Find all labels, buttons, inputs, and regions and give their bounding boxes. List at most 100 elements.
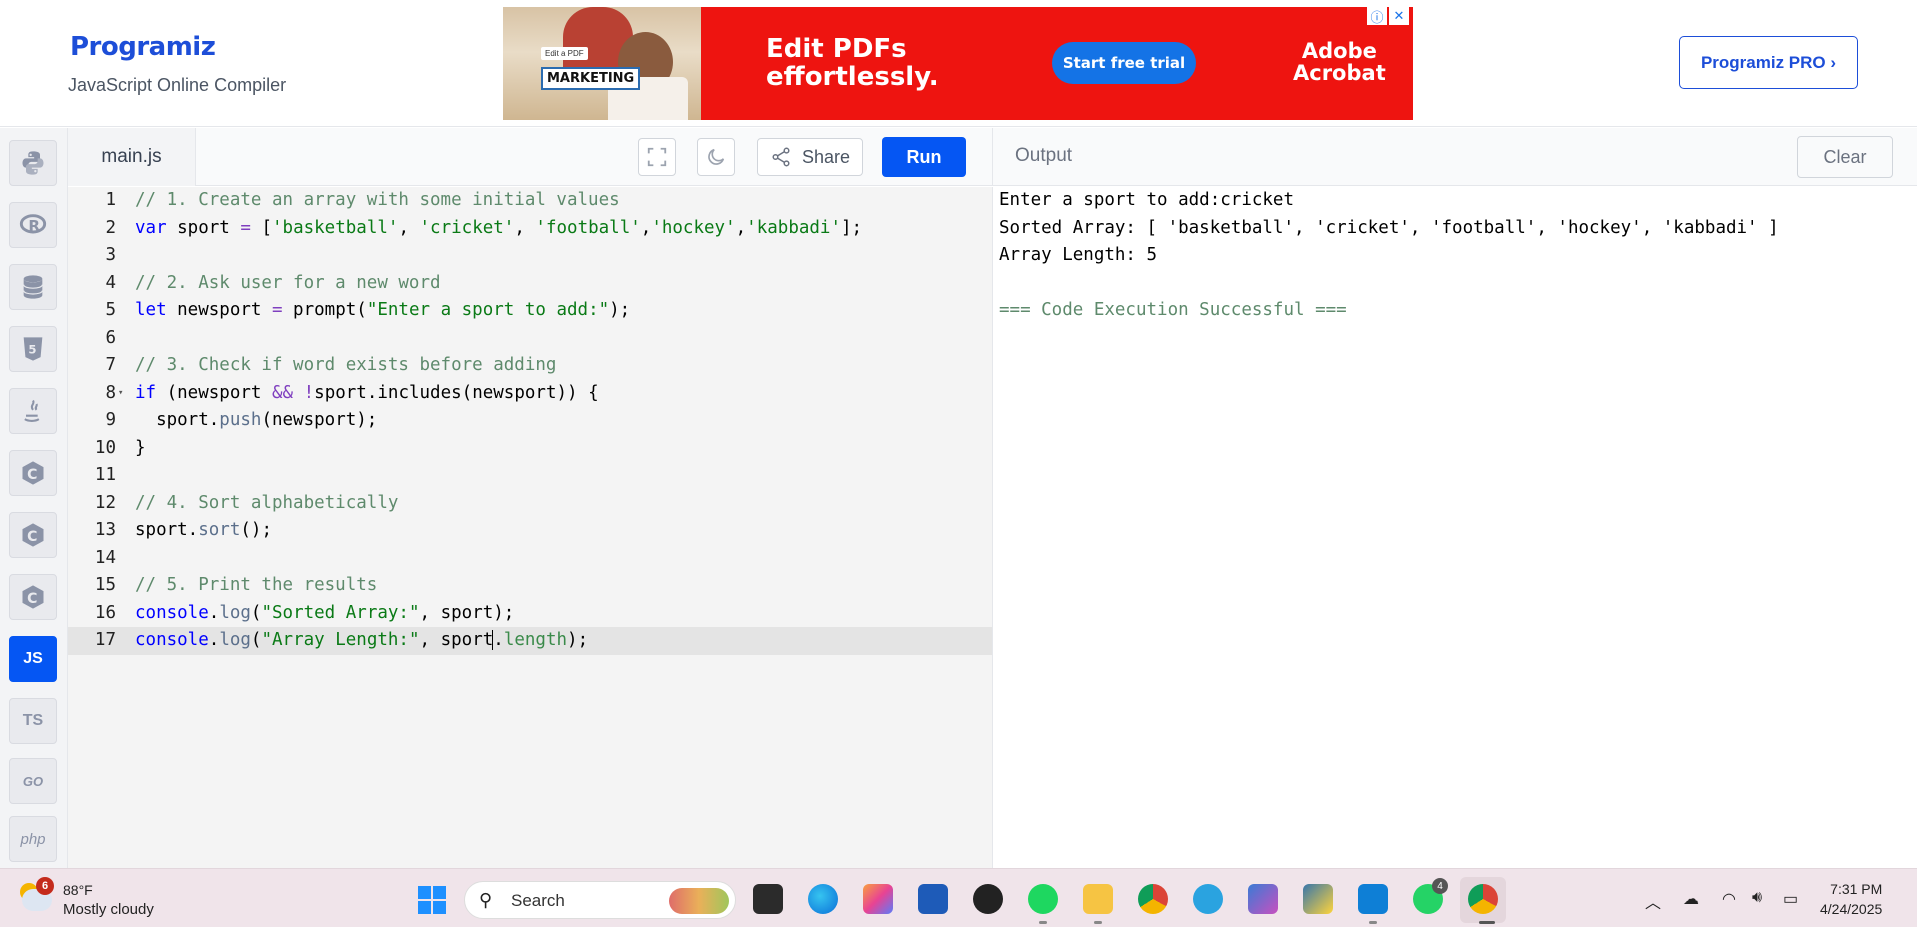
store-icon[interactable] [918,884,948,914]
php-icon[interactable]: php [9,816,57,862]
running-indicator [1039,921,1047,924]
chevron-up-icon[interactable]: ︿ [1645,889,1661,913]
advertisement-banner[interactable]: Edit a PDF MARKETING Edit PDFs effortles… [503,7,1413,120]
code-line: 4// 2. Ask user for a new word [105,272,441,293]
code-line: 1// 1. Create an array with some initial… [105,190,620,210]
output-success-line: === Code Execution Successful === [999,300,1347,320]
taskbar-search[interactable]: ⚲ Search [464,881,736,919]
copilot-icon[interactable] [863,884,893,914]
python-icon[interactable] [9,140,57,186]
csharp-icon[interactable]: C [9,574,57,620]
fullscreen-icon [647,147,667,167]
tab-main-js[interactable]: main.js [68,128,196,186]
search-placeholder: Search [511,891,565,910]
code-line: 3 [105,245,116,265]
r-icon[interactable]: R [9,202,57,248]
code-line: 14 [94,547,116,568]
ad-start-trial-button[interactable]: Start free trial [1052,42,1196,84]
task-view-icon[interactable] [753,884,783,914]
share-button[interactable]: Share [757,138,863,176]
search-icon: ⚲ [479,890,493,910]
spotify-icon[interactable] [1028,884,1058,914]
editor-toolbar: main.js Share Run [68,128,992,186]
code-editor[interactable]: 1// 1. Create an array with some initial… [68,187,992,868]
code-line: 6 [105,327,116,348]
run-button[interactable]: Run [882,137,966,177]
weather-badge: 6 [36,877,54,895]
svg-text:R: R [28,217,40,235]
dark-mode-button[interactable] [697,138,735,176]
ad-photo: Edit a PDF MARKETING [503,7,701,120]
onedrive-icon[interactable]: ☁ [1683,889,1699,909]
ts-icon[interactable]: TS [9,698,57,744]
system-clock[interactable]: 7:31 PM 4/24/2025 [1820,879,1882,919]
output-line: Enter a sport to add:cricket [999,190,1295,210]
svg-text:5: 5 [28,343,36,357]
battery-icon[interactable]: ▭ [1783,889,1798,909]
weather-desc: Mostly cloudy [63,901,154,918]
page-subtitle: JavaScript Online Compiler [68,75,287,95]
svg-text:C: C [27,467,37,483]
running-indicator [1094,921,1102,924]
python-app-icon[interactable] [1303,884,1333,914]
fullscreen-button[interactable] [638,138,676,176]
edge-icon[interactable] [808,884,838,914]
output-line: Array Length: 5 [999,245,1158,265]
file-explorer-icon[interactable] [1083,884,1113,914]
code-line: 12// 4. Sort alphabetically [94,492,399,513]
go-icon[interactable]: GO [9,758,57,804]
java-icon[interactable] [9,388,57,434]
ad-controls: ⓘ ✕ [1367,7,1409,25]
site-header: Programiz JavaScript Online Compiler Edi… [0,0,1917,127]
sql-icon[interactable] [9,264,57,310]
ad-marketing-badge: MARKETING [541,67,641,90]
code-line: 7// 3. Check if word exists before addin… [105,355,557,375]
text-caret [492,630,494,650]
output-console[interactable]: Enter a sport to add:cricket Sorted Arra… [992,187,1917,868]
clear-button[interactable]: Clear [1797,136,1893,178]
chrome-icon[interactable] [1138,884,1168,914]
clock-date: 4/24/2025 [1820,901,1883,917]
telegram-icon[interactable] [1193,884,1223,914]
whatsapp-badge: 4 [1432,878,1448,894]
cpp-icon[interactable]: C [9,512,57,558]
clock-time: 7:31 PM [1830,881,1883,897]
vscode-icon[interactable] [1358,884,1388,914]
code-line: 15// 5. Print the results [94,575,378,595]
ad-info-icon[interactable]: ⓘ [1367,7,1387,25]
code-line-current: 17 console.log("Array Length:", sport.len… [68,627,992,655]
code-line: 10} [94,437,146,458]
active-indicator [1479,921,1495,924]
output-title: Output [1015,145,1073,166]
code-line: 8 ▾ if (newsport && !sport.includes(newspo… [68,380,992,408]
c-icon[interactable]: C [9,450,57,496]
ad-close-icon[interactable]: ✕ [1389,7,1409,25]
wifi-icon[interactable]: ◠ [1722,889,1736,909]
weather-temp: 88°F [63,882,93,898]
windows-start-icon[interactable] [418,886,446,914]
code-line: 9 sport.push(newsport); [105,410,378,430]
share-label: Share [801,146,851,167]
code-line: 2 var sport = ['basketball', 'cricket', '… [105,217,863,238]
js-icon[interactable]: JS [9,636,57,682]
m365-icon[interactable] [1248,884,1278,914]
volume-icon[interactable]: 🔊︎ [1752,889,1762,907]
windows-taskbar: 6 88°F Mostly cloudy ⚲ Search 4 ︿ ☁ ◠ 🔊︎… [0,868,1917,927]
code-line: 5 let newsport = prompt("Enter a sport to… [105,300,631,320]
weather-widget[interactable]: 6 88°F Mostly cloudy [18,877,178,921]
language-sidebar: R 5 C C C JS TS GO php [0,128,68,868]
output-line: Sorted Array: [ 'basketball', 'cricket',… [999,217,1779,238]
media-player-icon[interactable] [973,884,1003,914]
html-icon[interactable]: 5 [9,326,57,372]
programiz-logo[interactable]: Programiz [70,32,216,62]
running-indicator [1369,921,1377,924]
code-line: 13 sport.sort(); [94,520,272,540]
chrome-active-icon[interactable] [1468,884,1498,914]
share-icon [772,147,790,167]
ad-headline: Edit PDFs effortlessly. [766,34,939,92]
svg-text:C: C [27,529,37,545]
programiz-pro-button[interactable]: Programiz PRO › [1679,36,1858,89]
fold-arrow-icon[interactable]: ▾ [118,380,123,408]
output-toolbar: Output Clear [992,128,1917,186]
code-line: 11 [94,465,116,485]
